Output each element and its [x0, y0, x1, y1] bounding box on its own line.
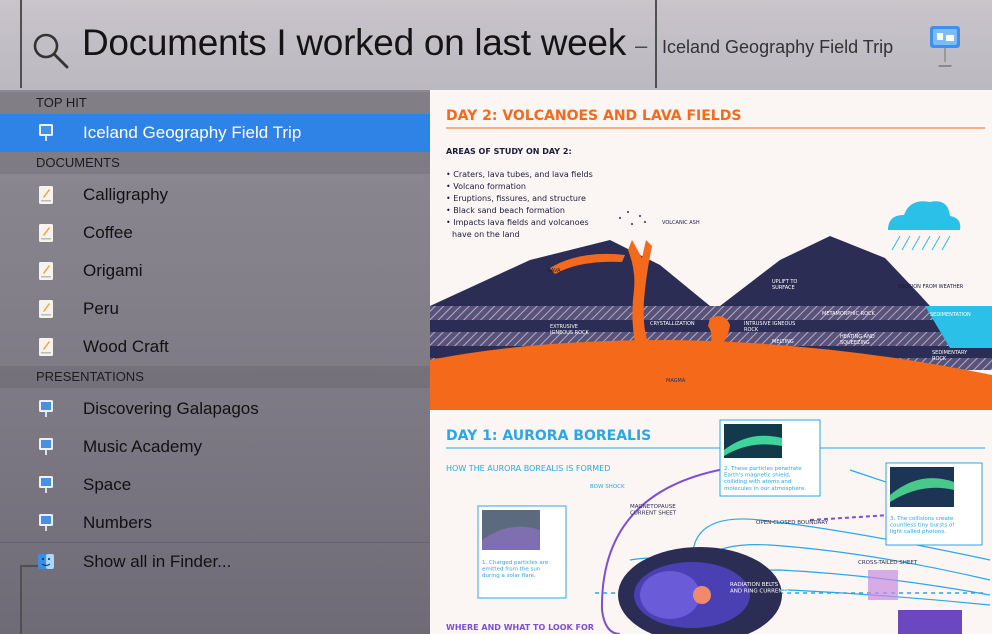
- top-hit-completion-hint: Iceland Geography Field Trip: [662, 37, 894, 57]
- ash-particles: [619, 211, 646, 225]
- window-guide-line: [655, 0, 657, 88]
- result-item-label: Calligraphy: [83, 185, 169, 204]
- bullet: • Black sand beach formation: [446, 206, 565, 215]
- result-item-iceland-geography-field-trip[interactable]: Iceland Geography Field Trip: [0, 114, 430, 152]
- document-preview: DAY 2: VOLCANOES AND LAVA FIELDS AREAS O…: [430, 90, 992, 634]
- day2-title: DAY 2: VOLCANOES AND LAVA FIELDS: [446, 108, 741, 124]
- result-item-peru[interactable]: Peru: [0, 290, 430, 328]
- search-query-input[interactable]: Documents I worked on last week: [82, 22, 626, 64]
- window-guide-line: [20, 566, 22, 634]
- ring-current-shape: [640, 571, 700, 619]
- label-magma: MAGMA: [666, 378, 686, 384]
- label-sedimentation: SEDIMENTATION: [930, 312, 971, 318]
- mountain-shape: [720, 236, 930, 306]
- pages-icon: [39, 262, 53, 280]
- label-erosion: EROSION FROM WEATHER: [898, 284, 964, 290]
- section-header-documents: DOCUMENTS: [0, 152, 430, 174]
- result-item-discovering-galapagos[interactable]: Discovering Galapagos: [0, 390, 430, 428]
- aurora-photo: [898, 610, 962, 634]
- day1-subtitle: HOW THE AURORA BOREALIS IS FORMED: [446, 464, 610, 473]
- window-guide-line: [20, 0, 22, 88]
- keynote-icon: [39, 124, 53, 141]
- show-all-in-finder-button[interactable]: Show all in Finder...: [0, 543, 430, 581]
- label-melting: MELTING: [772, 339, 794, 345]
- result-item-calligraphy[interactable]: Calligraphy: [0, 176, 430, 214]
- label-crystallization: CRYSTALLIZATION: [650, 321, 695, 327]
- label-metamorphic: METAMORPHIC ROCK: [822, 311, 876, 317]
- label-cross-tailed: CROSS-TAILED SHEET: [858, 560, 918, 566]
- result-item-music-academy[interactable]: Music Academy: [0, 428, 430, 466]
- results-sidebar: TOP HIT Iceland Geography Field Trip DOC…: [0, 90, 430, 634]
- spotlight-window: Documents I worked on last week – Icelan…: [0, 0, 992, 634]
- keynote-icon: [39, 476, 53, 493]
- keynote-app-icon: [930, 26, 960, 67]
- day2-bullets: • Craters, lava tubes, and lava fields •…: [446, 170, 593, 239]
- rain-icon: [891, 235, 951, 251]
- keynote-icon: [39, 514, 53, 531]
- pages-icon: [39, 300, 53, 318]
- section-header-presentations: PRESENTATIONS: [0, 366, 430, 388]
- pages-icon: [39, 224, 53, 242]
- bullet: have on the land: [452, 230, 520, 239]
- label-volcanic-ash: VOLCANIC ASH: [662, 220, 700, 226]
- search-icon: [33, 33, 69, 69]
- result-item-origami[interactable]: Origami: [0, 252, 430, 290]
- day1-title: DAY 1: AURORA BOREALIS: [446, 428, 651, 444]
- result-item-wood-craft[interactable]: Wood Craft: [0, 328, 430, 366]
- cross-tail-sheet-shape: [868, 570, 898, 600]
- bullet: • Eruptions, fissures, and structure: [446, 194, 586, 203]
- cloud-icon: [888, 201, 961, 230]
- finder-label: Show all in Finder...: [83, 552, 232, 571]
- label-uplift: UPLIFT TO SURFACE: [772, 279, 797, 291]
- volcano-shape: [430, 240, 710, 306]
- spotlight-search-bar[interactable]: Documents I worked on last week – Icelan…: [0, 0, 992, 91]
- result-item-label: Iceland Geography Field Trip: [83, 123, 302, 142]
- label-magnetopause: MAGNETOPAUSE CURRENT SHEET: [630, 504, 677, 517]
- preview-poster: DAY 2: VOLCANOES AND LAVA FIELDS AREAS O…: [430, 108, 992, 634]
- result-item-label: Origami: [83, 261, 143, 280]
- bullet: • Impacts lava fields and volcanoes: [446, 218, 589, 227]
- result-item-label: Wood Craft: [83, 337, 169, 356]
- result-item-label: Coffee: [83, 223, 133, 242]
- bullet: • Craters, lava tubes, and lava fields: [446, 170, 593, 179]
- bullet: • Volcano formation: [446, 182, 526, 191]
- window-guide-line: [20, 565, 38, 567]
- label-bow-shock: BOW SHOCK: [590, 484, 625, 490]
- result-item-coffee[interactable]: Coffee: [0, 214, 430, 252]
- label-open-closed: OPEN-CLOSED BOUNDARY: [756, 520, 829, 526]
- label-radiation-belts: RADIATION BELTS AND RING CURRENTS: [730, 582, 790, 595]
- section-header-top-hit: TOP HIT: [0, 92, 430, 114]
- keynote-icon: [39, 400, 53, 417]
- finder-icon: [38, 554, 54, 569]
- pages-icon: [39, 338, 53, 356]
- earth-icon: [693, 586, 711, 604]
- result-item-label: Music Academy: [83, 437, 203, 456]
- result-item-label: Peru: [83, 299, 119, 318]
- result-item-numbers[interactable]: Numbers: [0, 504, 430, 542]
- caption-3: 3. The collisions create countless tiny b…: [890, 516, 955, 535]
- pages-icon: [39, 186, 53, 204]
- hint-separator: –: [635, 33, 648, 58]
- keynote-icon: [39, 438, 53, 455]
- day2-subtitle: AREAS OF STUDY ON DAY 2:: [446, 147, 572, 156]
- label-lava: LAVA: [548, 268, 561, 274]
- result-item-label: Discovering Galapagos: [83, 399, 259, 418]
- result-item-label: Numbers: [83, 513, 152, 532]
- where-heading: WHERE AND WHAT TO LOOK FOR: [446, 623, 594, 632]
- result-item-label: Space: [83, 475, 132, 494]
- result-item-space[interactable]: Space: [0, 466, 430, 504]
